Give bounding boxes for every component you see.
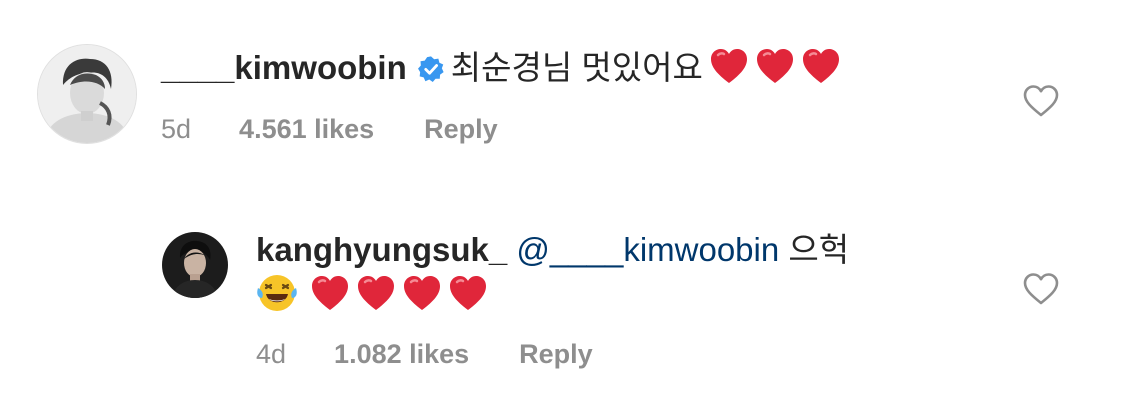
comment-body: 으헉 [788, 231, 850, 268]
avatar[interactable] [37, 44, 137, 144]
comment-likes-count[interactable]: 1.082 likes [334, 337, 469, 371]
comment-meta: 5d 4.561 likes Reply [161, 112, 498, 146]
reply-button[interactable]: Reply [424, 112, 498, 146]
comment-emoji-line [256, 272, 488, 317]
comment-username[interactable]: ____kimwoobin [161, 49, 407, 86]
comment-body: 최순경님 멋있어요 [450, 49, 703, 86]
red-heart-emoji [710, 49, 747, 83]
red-heart-emoji [450, 276, 486, 310]
red-heart-emoji [312, 276, 348, 310]
red-heart-emoji [404, 276, 440, 310]
comment-age[interactable]: 4d [256, 337, 286, 371]
like-heart-outline-icon[interactable] [1022, 84, 1060, 118]
red-heart-emoji [802, 49, 839, 83]
comment-username[interactable]: kanghyungsuk_ [256, 231, 507, 268]
verified-badge-icon [417, 56, 444, 82]
like-heart-outline-icon[interactable] [1022, 272, 1060, 306]
comment: ____kimwoobin 최순경님 멋있어요 5d 4.561 likes Rep… [37, 44, 1125, 174]
comment-text-line: ____kimwoobin 최순경님 멋있어요 [161, 46, 841, 90]
comment-meta: 4d 1.082 likes Reply [256, 337, 593, 371]
red-heart-emoji [756, 49, 793, 83]
comment-text-line: kanghyungsuk_ @____kimwoobin 으헉 [256, 228, 849, 272]
laughing-tears-emoji [257, 275, 297, 311]
mention-link[interactable]: @____kimwoobin [516, 231, 779, 268]
comment-age[interactable]: 5d [161, 112, 191, 146]
red-heart-emoji [358, 276, 394, 310]
comment-likes-count[interactable]: 4.561 likes [239, 112, 374, 146]
comment-reply: kanghyungsuk_ @____kimwoobin 으헉 4d 1.082 … [162, 231, 1125, 382]
avatar[interactable] [162, 232, 228, 298]
reply-button[interactable]: Reply [519, 337, 593, 371]
